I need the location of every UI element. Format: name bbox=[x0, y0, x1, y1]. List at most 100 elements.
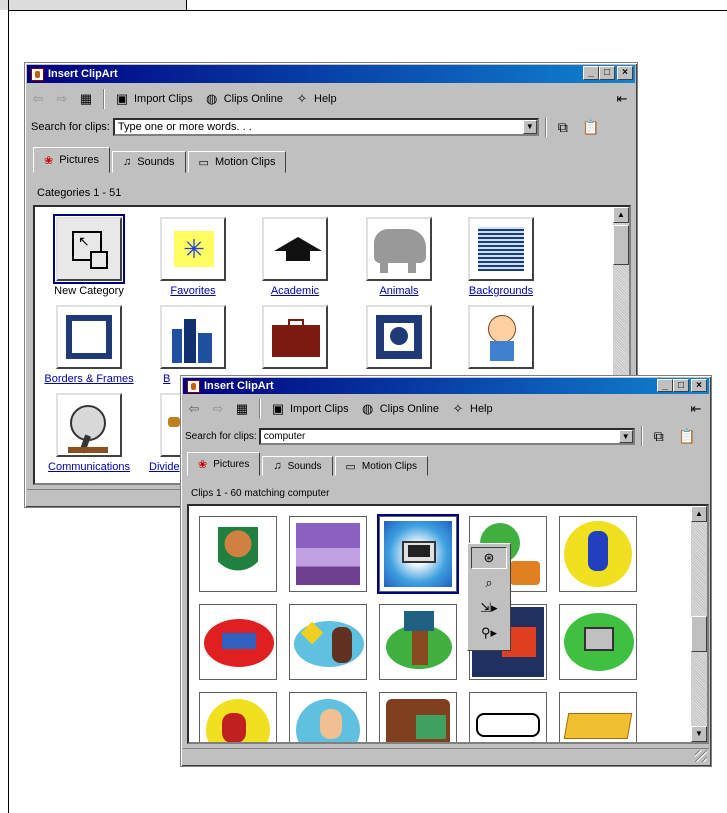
people-computer-icon bbox=[386, 699, 450, 742]
woman-laptop-icon bbox=[206, 699, 270, 742]
back-arrow-icon[interactable]: ⇦ bbox=[29, 91, 47, 107]
computer-tree-icon bbox=[386, 611, 452, 669]
clip-item[interactable] bbox=[559, 604, 637, 680]
scroll-thumb[interactable] bbox=[691, 616, 707, 652]
preview-clip-button[interactable]: ⌕ bbox=[471, 572, 507, 594]
minimize-button[interactable]: _ bbox=[657, 379, 673, 392]
clip-item[interactable] bbox=[379, 692, 457, 742]
elephant-icon bbox=[366, 217, 432, 281]
import-clips-button[interactable]: ▣ Import Clips bbox=[113, 91, 193, 107]
clip-item[interactable] bbox=[289, 516, 367, 592]
window-title: Insert ClipArt bbox=[48, 68, 118, 80]
category-item[interactable]: Communications bbox=[41, 393, 137, 473]
clip-item[interactable] bbox=[289, 604, 367, 680]
title-bar[interactable]: Insert ClipArt _ □ × bbox=[183, 378, 709, 394]
keyboard-mouse-icon bbox=[476, 713, 540, 737]
close-button[interactable]: × bbox=[691, 379, 707, 392]
insert-clipart-window-front: Insert ClipArt _ □ × ⇦ ⇨ ▦ ▣ Import Clips… bbox=[180, 375, 712, 767]
clip-item[interactable] bbox=[377, 514, 459, 594]
copy-icon[interactable]: ⧉ bbox=[649, 427, 669, 445]
resize-grip-icon[interactable] bbox=[695, 750, 707, 762]
clip-item[interactable] bbox=[469, 692, 547, 742]
paste-icon[interactable]: 📋 bbox=[677, 427, 697, 445]
clip-item[interactable] bbox=[289, 692, 367, 742]
category-item[interactable]: Borders & Frames bbox=[41, 305, 137, 385]
find-similar-button[interactable]: ⚲▸ bbox=[471, 622, 507, 644]
speaker-icon: ♫ bbox=[122, 156, 132, 168]
copy-icon[interactable]: ⧉ bbox=[553, 118, 573, 136]
rainbow-computer-icon bbox=[564, 613, 634, 671]
minimize-button[interactable]: _ bbox=[583, 66, 599, 80]
result-caption: Clips 1 - 60 matching computer bbox=[191, 488, 330, 499]
clip-item[interactable] bbox=[379, 604, 457, 680]
scroll-up-button[interactable]: ▲ bbox=[613, 207, 629, 223]
forward-arrow-icon[interactable]: ⇨ bbox=[209, 401, 227, 417]
import-clips-button[interactable]: ▣ Import Clips bbox=[269, 401, 349, 417]
category-item[interactable]: ✳ Favorites bbox=[145, 217, 241, 297]
category-item[interactable] bbox=[351, 305, 447, 373]
keyboard-icon bbox=[563, 713, 633, 739]
tab-sounds[interactable]: ♫ Sounds bbox=[262, 456, 333, 476]
all-categories-icon[interactable]: ▦ bbox=[77, 91, 95, 107]
new-category-icon: ↖ bbox=[53, 214, 125, 284]
category-item[interactable]: Academic bbox=[247, 217, 343, 297]
road-sign-man-icon bbox=[294, 621, 364, 667]
result-caption: Categories 1 - 51 bbox=[37, 187, 122, 199]
category-item[interactable] bbox=[453, 305, 549, 373]
insert-clip-button[interactable]: ⊛ bbox=[471, 547, 507, 569]
scroll-thumb[interactable] bbox=[613, 225, 629, 265]
back-arrow-icon[interactable]: ⇦ bbox=[185, 401, 203, 417]
search-input[interactable]: Type one or more words. . . ▼ bbox=[112, 118, 539, 136]
tab-motion-clips[interactable]: ▭ Motion Clips bbox=[334, 456, 428, 476]
all-categories-icon[interactable]: ▦ bbox=[233, 401, 251, 417]
category-item[interactable]: Animals bbox=[351, 217, 447, 297]
category-item[interactable] bbox=[247, 305, 343, 373]
search-label: Search for clips: bbox=[31, 121, 110, 133]
cartoon-baby-icon bbox=[468, 305, 534, 369]
scroll-up-button[interactable]: ▲ bbox=[691, 506, 707, 522]
change-window-size-icon[interactable]: ⇤ bbox=[613, 91, 631, 107]
close-button[interactable]: × bbox=[617, 66, 633, 80]
tab-pictures[interactable]: ❀ Pictures bbox=[187, 452, 261, 476]
background-border bbox=[8, 0, 9, 813]
change-window-size-icon[interactable]: ⇤ bbox=[687, 401, 705, 417]
square-frame-icon bbox=[366, 305, 432, 369]
tab-sounds[interactable]: ♫ Sounds bbox=[111, 151, 186, 173]
star-icon: ✳ bbox=[160, 217, 226, 281]
title-bar[interactable]: Insert ClipArt _ □ × bbox=[27, 65, 635, 83]
search-label: Search for clips: bbox=[185, 430, 257, 442]
scroll-down-button[interactable]: ▼ bbox=[691, 726, 707, 742]
help-icon: ✧ bbox=[452, 401, 464, 416]
clip-item[interactable] bbox=[199, 516, 277, 592]
briefcase-icon bbox=[262, 305, 328, 369]
globe-icon: ◍ bbox=[362, 401, 374, 416]
globe-icon: ◍ bbox=[206, 91, 218, 106]
window-title: Insert ClipArt bbox=[204, 380, 274, 392]
category-item[interactable]: ↖ New Category bbox=[41, 214, 137, 297]
maximize-button[interactable]: □ bbox=[599, 66, 615, 80]
vertical-scrollbar[interactable]: ▲ ▼ bbox=[691, 506, 707, 742]
help-button[interactable]: ✧ Help bbox=[293, 91, 337, 107]
paste-icon[interactable]: 📋 bbox=[581, 118, 601, 136]
category-item[interactable]: B bbox=[145, 305, 241, 385]
background-grid-icon bbox=[468, 217, 534, 281]
tab-pictures[interactable]: ❀ Pictures bbox=[33, 147, 110, 173]
clip-item[interactable] bbox=[559, 516, 637, 592]
dropdown-arrow-icon[interactable]: ▼ bbox=[522, 120, 537, 134]
dropdown-arrow-icon[interactable]: ▼ bbox=[618, 429, 633, 443]
forward-arrow-icon[interactable]: ⇨ bbox=[53, 91, 71, 107]
businessman-running-icon bbox=[564, 521, 632, 587]
search-input[interactable]: computer ▼ bbox=[258, 427, 635, 445]
tab-motion-clips[interactable]: ▭ Motion Clips bbox=[187, 151, 287, 173]
clip-item[interactable] bbox=[559, 692, 637, 742]
maximize-button[interactable]: □ bbox=[673, 379, 689, 392]
help-button[interactable]: ✧ Help bbox=[449, 401, 493, 417]
category-item[interactable]: Backgrounds bbox=[453, 217, 549, 297]
clips-online-button[interactable]: ◍ Clips Online bbox=[203, 91, 283, 107]
clips-online-button[interactable]: ◍ Clips Online bbox=[359, 401, 439, 417]
clip-item[interactable] bbox=[199, 692, 277, 742]
add-to-category-icon: ⇲▸ bbox=[480, 600, 498, 615]
add-to-category-button[interactable]: ⇲▸ bbox=[471, 597, 507, 619]
camera-icon: ▭ bbox=[345, 460, 356, 473]
clip-item[interactable] bbox=[199, 604, 277, 680]
